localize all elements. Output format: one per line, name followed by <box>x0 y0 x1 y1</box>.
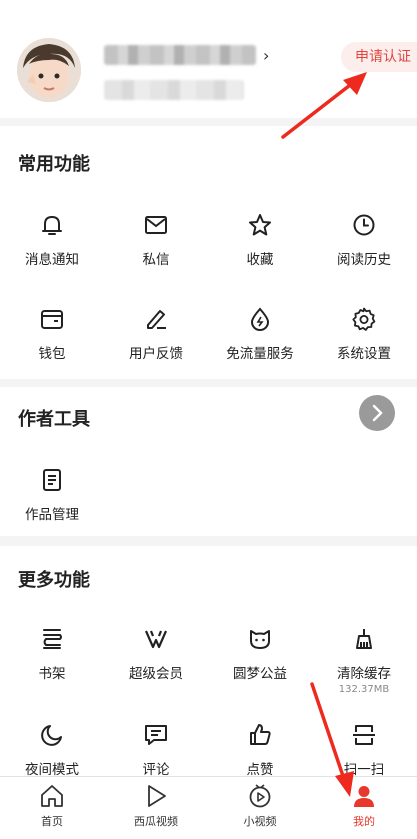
home-icon <box>41 785 63 807</box>
bell-icon <box>42 215 62 235</box>
menu-item-settings[interactable]: 系统设置 <box>312 306 416 362</box>
menu-item-likes[interactable]: 点赞 <box>208 722 312 778</box>
tab-small-video[interactable]: 小视频 <box>208 783 312 829</box>
section-title: 常用功能 <box>18 154 90 175</box>
broom-icon <box>356 629 372 649</box>
comment-icon <box>145 725 167 745</box>
wallet-icon <box>41 310 63 329</box>
bottom-tab-bar: 首页 西瓜视频 小视频 我的 <box>0 776 417 839</box>
chevron-right-icon <box>372 404 383 422</box>
cache-size: 132.37MB <box>338 684 390 695</box>
chevron-right-icon[interactable]: › <box>263 46 269 65</box>
clock-icon <box>353 214 375 236</box>
pen-icon <box>147 310 166 329</box>
menu-item-notifications[interactable]: 消息通知 <box>0 212 104 268</box>
profile-header: › 申请认证 <box>0 0 417 118</box>
bookshelf-icon <box>43 629 62 649</box>
thumbs-up-icon <box>250 724 271 745</box>
profile-page: › 申请认证 常用功能 消息通知 私信 收藏 阅读历史 钱包 用户反馈 免流量服… <box>0 0 417 839</box>
menu-item-messages[interactable]: 私信 <box>104 212 208 268</box>
tab-mine[interactable]: 我的 <box>312 783 416 829</box>
menu-item-scan[interactable]: 扫一扫 <box>312 722 416 778</box>
menu-item-clear-cache[interactable]: 清除缓存 132.37MB <box>312 626 416 695</box>
scan-icon <box>353 725 375 745</box>
menu-item-super-vip[interactable]: 超级会员 <box>104 626 208 682</box>
star-icon <box>249 214 271 236</box>
menu-item-charity[interactable]: 圆梦公益 <box>208 626 312 682</box>
mail-icon <box>145 216 167 234</box>
user-icon <box>354 786 374 807</box>
menu-item-history[interactable]: 阅读历史 <box>312 212 416 268</box>
charity-icon <box>250 630 270 649</box>
menu-item-bookshelf[interactable]: 书架 <box>0 626 104 682</box>
menu-item-favorites[interactable]: 收藏 <box>208 212 312 268</box>
menu-item-works-management[interactable]: 作品管理 <box>0 467 104 523</box>
section-title: 作者工具 <box>18 409 90 430</box>
small-video-icon <box>249 784 271 808</box>
tab-xigua-video[interactable]: 西瓜视频 <box>104 783 208 829</box>
menu-item-comments[interactable]: 评论 <box>104 722 208 778</box>
drop-icon <box>250 307 270 331</box>
avatar[interactable] <box>17 38 81 102</box>
menu-item-feedback[interactable]: 用户反馈 <box>104 306 208 362</box>
user-info-blurred <box>104 80 244 100</box>
moon-icon <box>41 725 62 746</box>
play-icon <box>148 785 166 807</box>
menu-item-free-data[interactable]: 免流量服务 <box>208 306 312 362</box>
tab-home[interactable]: 首页 <box>0 783 104 829</box>
author-tools-section: 作者工具 作品管理 <box>0 387 417 536</box>
more-functions-section: 更多功能 书架 超级会员 圆梦公益 清除缓存 132.37MB 夜间模式 评论 <box>0 546 417 778</box>
vip-icon <box>144 630 168 649</box>
section-title: 更多功能 <box>18 570 90 591</box>
gear-icon <box>352 307 376 331</box>
menu-item-wallet[interactable]: 钱包 <box>0 306 104 362</box>
common-functions-section: 常用功能 消息通知 私信 收藏 阅读历史 钱包 用户反馈 免流量服务 系统设置 <box>0 126 417 379</box>
author-tools-expand-button[interactable] <box>359 395 395 431</box>
username-blurred[interactable] <box>104 45 256 65</box>
menu-item-night-mode[interactable]: 夜间模式 <box>0 722 104 778</box>
apply-verification-button[interactable]: 申请认证 <box>341 42 417 72</box>
document-icon <box>43 469 61 491</box>
